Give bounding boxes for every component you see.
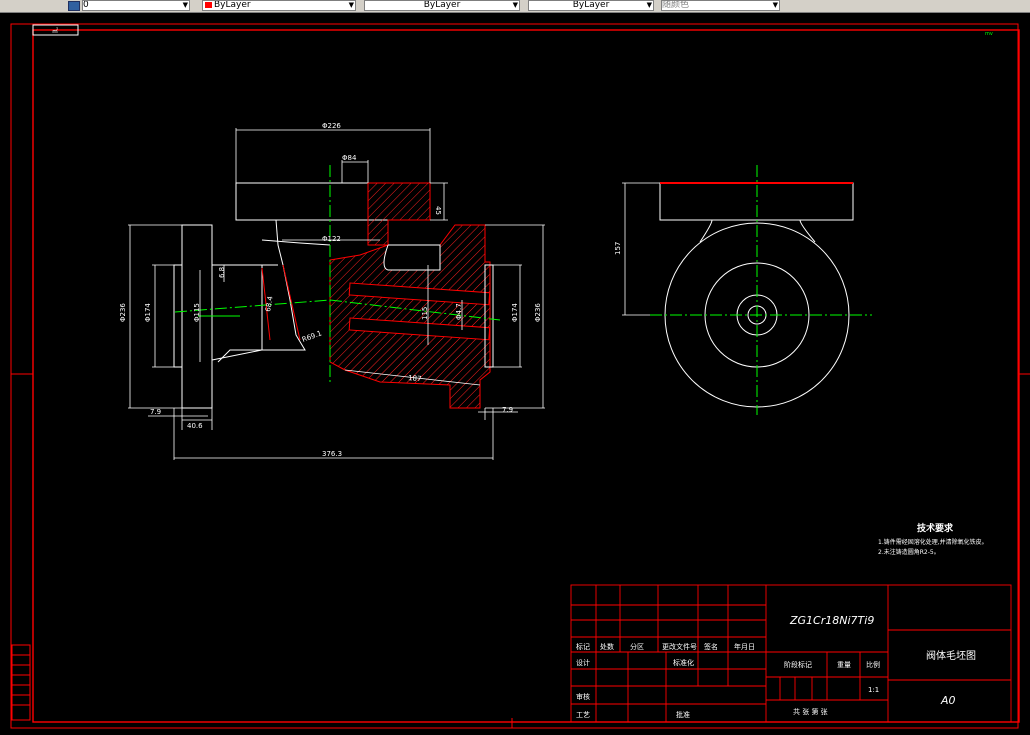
chevron-down-icon: ▼ xyxy=(512,1,518,9)
chevron-down-icon: ▼ xyxy=(182,1,188,9)
header-docno: 更改文件号 xyxy=(662,642,697,651)
dim-left-thk: 7.9 xyxy=(150,408,161,416)
technical-requirements: 技术要求 1.铸件需经固溶化处理,并清除氧化铁皮。 2.未注铸造圆角R2-5。 xyxy=(878,522,988,556)
review-label: 审核 xyxy=(576,692,590,701)
part-name: 阀体毛坯图 xyxy=(926,649,976,662)
dim-wall: 6.8 xyxy=(218,267,226,278)
design-label: 设计 xyxy=(576,658,590,667)
header-count: 处数 xyxy=(600,642,614,651)
dim-bore-top: Φ84 xyxy=(342,154,357,162)
sheet-size: A0 xyxy=(940,694,956,707)
dim-left-mid: Φ174 xyxy=(144,303,152,322)
color-dropdown[interactable]: ByLayer ▼ xyxy=(202,0,356,11)
dim-flange-thk: 45 xyxy=(434,206,442,215)
weight-label: 重量 xyxy=(837,661,851,669)
dim-slant-len: 187 xyxy=(408,374,422,383)
drawing-border xyxy=(10,23,1030,729)
dim-top-dia: Φ226 xyxy=(322,122,341,130)
dim-angle-left: 68.4 xyxy=(264,295,275,312)
color-value: ByLayer xyxy=(214,0,251,10)
standardize-label: 标准化 xyxy=(673,658,694,667)
dim-right-bore: 115 xyxy=(421,307,429,320)
dim-left-od: Φ236 xyxy=(119,303,127,322)
drawing-canvas[interactable]: ㎡ mv Φ226 Φ84 45 Φ122 Φ236 Φ174 Φ115 6.8… xyxy=(0,12,1030,735)
scale-value: 1:1 xyxy=(868,686,879,694)
process-label: 工艺 xyxy=(576,711,590,719)
layer-state-icon[interactable] xyxy=(68,1,80,11)
header-sign: 签名 xyxy=(704,642,718,651)
dim-overall: 376.3 xyxy=(322,450,342,458)
dim-left-hub: 40.6 xyxy=(187,422,203,430)
lineweight-value: ByLayer xyxy=(572,0,610,10)
chevron-down-icon: ▼ xyxy=(772,1,778,9)
viewport-label: ㎡ xyxy=(52,27,58,35)
header-zone: 分区 xyxy=(630,642,644,651)
front-section-view[interactable] xyxy=(173,165,501,409)
chevron-down-icon: ▼ xyxy=(646,1,652,9)
tech-req-line2: 2.未注铸造圆角R2-5。 xyxy=(878,548,940,556)
color-swatch-icon xyxy=(205,2,212,8)
stage-mark-label: 阶段标记 xyxy=(784,660,812,669)
approve-label: 批准 xyxy=(676,710,690,719)
dim-right-thk: 7.9 xyxy=(502,406,513,414)
dim-right-od: Φ236 xyxy=(534,303,542,322)
dim-radius: R69.1 xyxy=(301,329,323,344)
sheets-label: 共 张 第 张 xyxy=(793,707,828,716)
layer-dropdown[interactable]: 0 ▼ xyxy=(82,0,190,11)
linetype-value: ByLayer xyxy=(423,0,461,10)
material-label: ZG1Cr18Ni7Ti9 xyxy=(789,614,874,627)
lineweight-dropdown[interactable]: ByLayer ▼ xyxy=(528,0,654,11)
header-mark: 标记 xyxy=(576,642,590,651)
viewport-marker: mv xyxy=(985,31,993,37)
dim-right-small: Φ4.7 xyxy=(455,303,463,320)
layer-value: 0 xyxy=(83,0,89,10)
chevron-down-icon: ▼ xyxy=(348,1,354,9)
side-view[interactable] xyxy=(622,165,872,415)
dim-inner-dia: Φ122 xyxy=(322,235,341,243)
header-date: 年月日 xyxy=(734,642,755,651)
dim-side-height: 157 xyxy=(614,242,622,255)
dim-left-bore: Φ115 xyxy=(193,303,201,322)
plotstyle-value: 随颜色 xyxy=(662,0,690,10)
linetype-dropdown[interactable]: ByLayer ▼ xyxy=(364,0,520,11)
scale-label: 比例 xyxy=(866,660,880,669)
revision-strip xyxy=(11,644,31,721)
tech-req-line1: 1.铸件需经固溶化处理,并清除氧化铁皮。 xyxy=(878,538,988,546)
plotstyle-dropdown[interactable]: 随颜色 ▼ xyxy=(661,0,780,11)
tech-req-title: 技术要求 xyxy=(917,522,954,534)
dim-right-mid: Φ174 xyxy=(511,303,519,322)
